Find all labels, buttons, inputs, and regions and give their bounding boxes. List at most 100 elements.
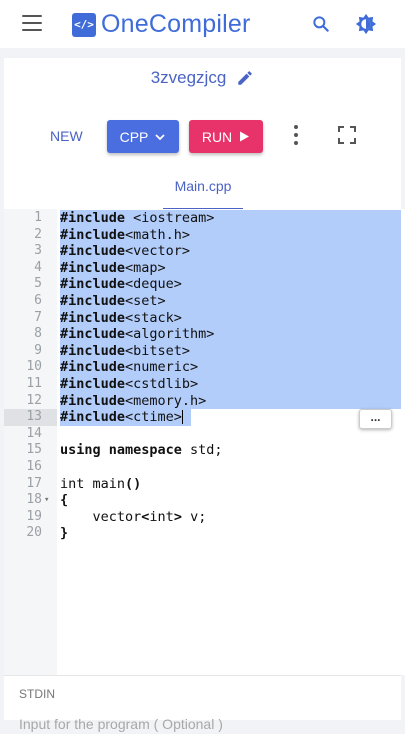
code-line[interactable]: 1 #include <iostream> [4,210,405,227]
code-keyword: #include [60,276,126,293]
code-keyword: #include [60,293,126,309]
code-line[interactable]: 7 #include<stack> [4,309,405,327]
code-line[interactable]: 5 #include<deque> [4,276,405,293]
line-number: 11 [26,376,42,391]
code-keyword: #include [60,359,126,376]
line-number: 19 [26,508,42,524]
line-number: 17 [26,475,42,491]
code-text: #include<ctime> [60,409,183,426]
code-token: <deque> [125,276,182,293]
code-text: #include<algorithm> [60,326,214,343]
code-keyword: #include [60,376,126,392]
line-number: 10 [26,359,42,375]
code-line[interactable]: 14 [4,426,405,443]
code-token: std; [181,442,223,459]
code-text: int main() [60,476,141,493]
code-text: #include<memory.h> [60,393,206,410]
line-number: 7 [34,309,42,325]
line-number: 14 [26,425,42,441]
line-number: 6 [34,293,42,308]
code-token: <vector> [125,243,191,260]
code-token: <cstdlib> [125,376,199,392]
play-icon [240,131,250,142]
code-keyword: #include [60,226,126,243]
code-line[interactable]: 4 #include<map> [4,259,405,277]
new-button[interactable]: NEW [50,128,83,144]
code-text: { [60,492,68,509]
code-keyword: { [60,492,69,509]
fold-arrow-icon[interactable]: ▾ [44,492,49,509]
code-line[interactable]: 11 #include<cstdlib> [4,376,405,393]
code-keyword: #include [60,259,126,276]
project-title[interactable]: 3zvegzjcg [151,68,227,88]
stdin-panel: STDIN [4,675,401,734]
code-line[interactable]: 9 #include<bitset> [4,342,405,360]
line-number: 1 [34,210,42,225]
fullscreen-icon[interactable] [338,126,356,144]
code-line[interactable]: 2 #include<math.h> [4,226,405,244]
code-token: int main [60,475,126,492]
logo-text: OneCompiler [101,10,251,38]
chevron-down-icon [155,133,165,140]
language-select-button[interactable]: CPP [107,120,179,153]
line-number: 16 [26,459,42,474]
search-icon[interactable] [311,14,331,34]
line-number: 12 [26,392,42,408]
theme-toggle-icon[interactable] [355,13,377,35]
code-token: vector [60,508,142,525]
more-vert-icon[interactable] [292,124,300,146]
editor-ellipsis-button[interactable]: ... [359,409,392,429]
line-number: 2 [34,226,42,242]
code-text: vector<int> v; [60,508,207,526]
code-text: #include <iostream> [60,210,214,227]
code-line[interactable]: 15 using namespace std; [4,442,405,459]
code-text: using namespace std; [60,442,223,459]
code-editor[interactable]: 1 #include <iostream> 2 #include<math.h> 3 #i… [4,209,405,675]
language-label: CPP [119,128,149,145]
code-text: #include<vector> [60,243,190,260]
code-line[interactable]: 20} [4,525,405,542]
code-line[interactable]: 10 #include<numeric> [4,359,405,376]
code-text: #include<cstdlib> [60,376,198,393]
run-button[interactable]: RUN [189,120,263,153]
code-token: <algorithm> [125,326,215,343]
code-line[interactable]: 3 #include<vector> [4,243,405,260]
line-number: 4 [34,259,42,275]
line-number: 8 [34,326,42,342]
code-text: #include<math.h> [60,227,190,244]
code-keyword: #include [60,210,126,226]
title-row: 3zvegzjcg [4,64,401,92]
menu-icon[interactable] [22,15,42,31]
code-line[interactable]: 17 int main() [4,476,405,493]
code-keyword: #include [60,342,126,359]
text-cursor [181,410,183,425]
code-token: <ctime> [125,409,182,426]
line-number: 20 [26,525,42,541]
stdin-input[interactable] [19,714,389,734]
code-keyword: > [173,508,182,525]
code-line[interactable]: 13 #include<ctime> [4,409,405,426]
line-number: 9 [34,342,42,358]
code-text: } [60,525,68,542]
code-token: <stack> [125,309,182,326]
logo[interactable]: </> OneCompiler [72,10,250,39]
code-keyword: #include [60,326,126,343]
code-token: <math.h> [125,226,191,243]
code-token: <numeric> [125,359,199,376]
code-token: <bitset> [125,342,191,359]
code-line[interactable]: 18 ▾ { [4,492,405,509]
edit-pencil-icon[interactable] [236,69,254,87]
code-line[interactable]: 16 [4,459,405,476]
code-text: #include<bitset> [60,343,190,360]
code-line[interactable]: 19 vector<int> v; [4,509,405,526]
code-text: #include<stack> [60,310,182,327]
code-line[interactable]: 8 #include<algorithm> [4,326,405,343]
code-token: <memory.h> [125,392,207,409]
code-keyword: #include [60,309,126,326]
tab-main-cpp[interactable]: Main.cpp [163,176,243,210]
code-keyword: #include [60,243,126,260]
code-text: #include<numeric> [60,359,198,376]
line-number: 15 [26,442,42,458]
code-line[interactable]: 12 #include<memory.h> [4,392,405,410]
code-line[interactable]: 6 #include<set> [4,293,405,310]
